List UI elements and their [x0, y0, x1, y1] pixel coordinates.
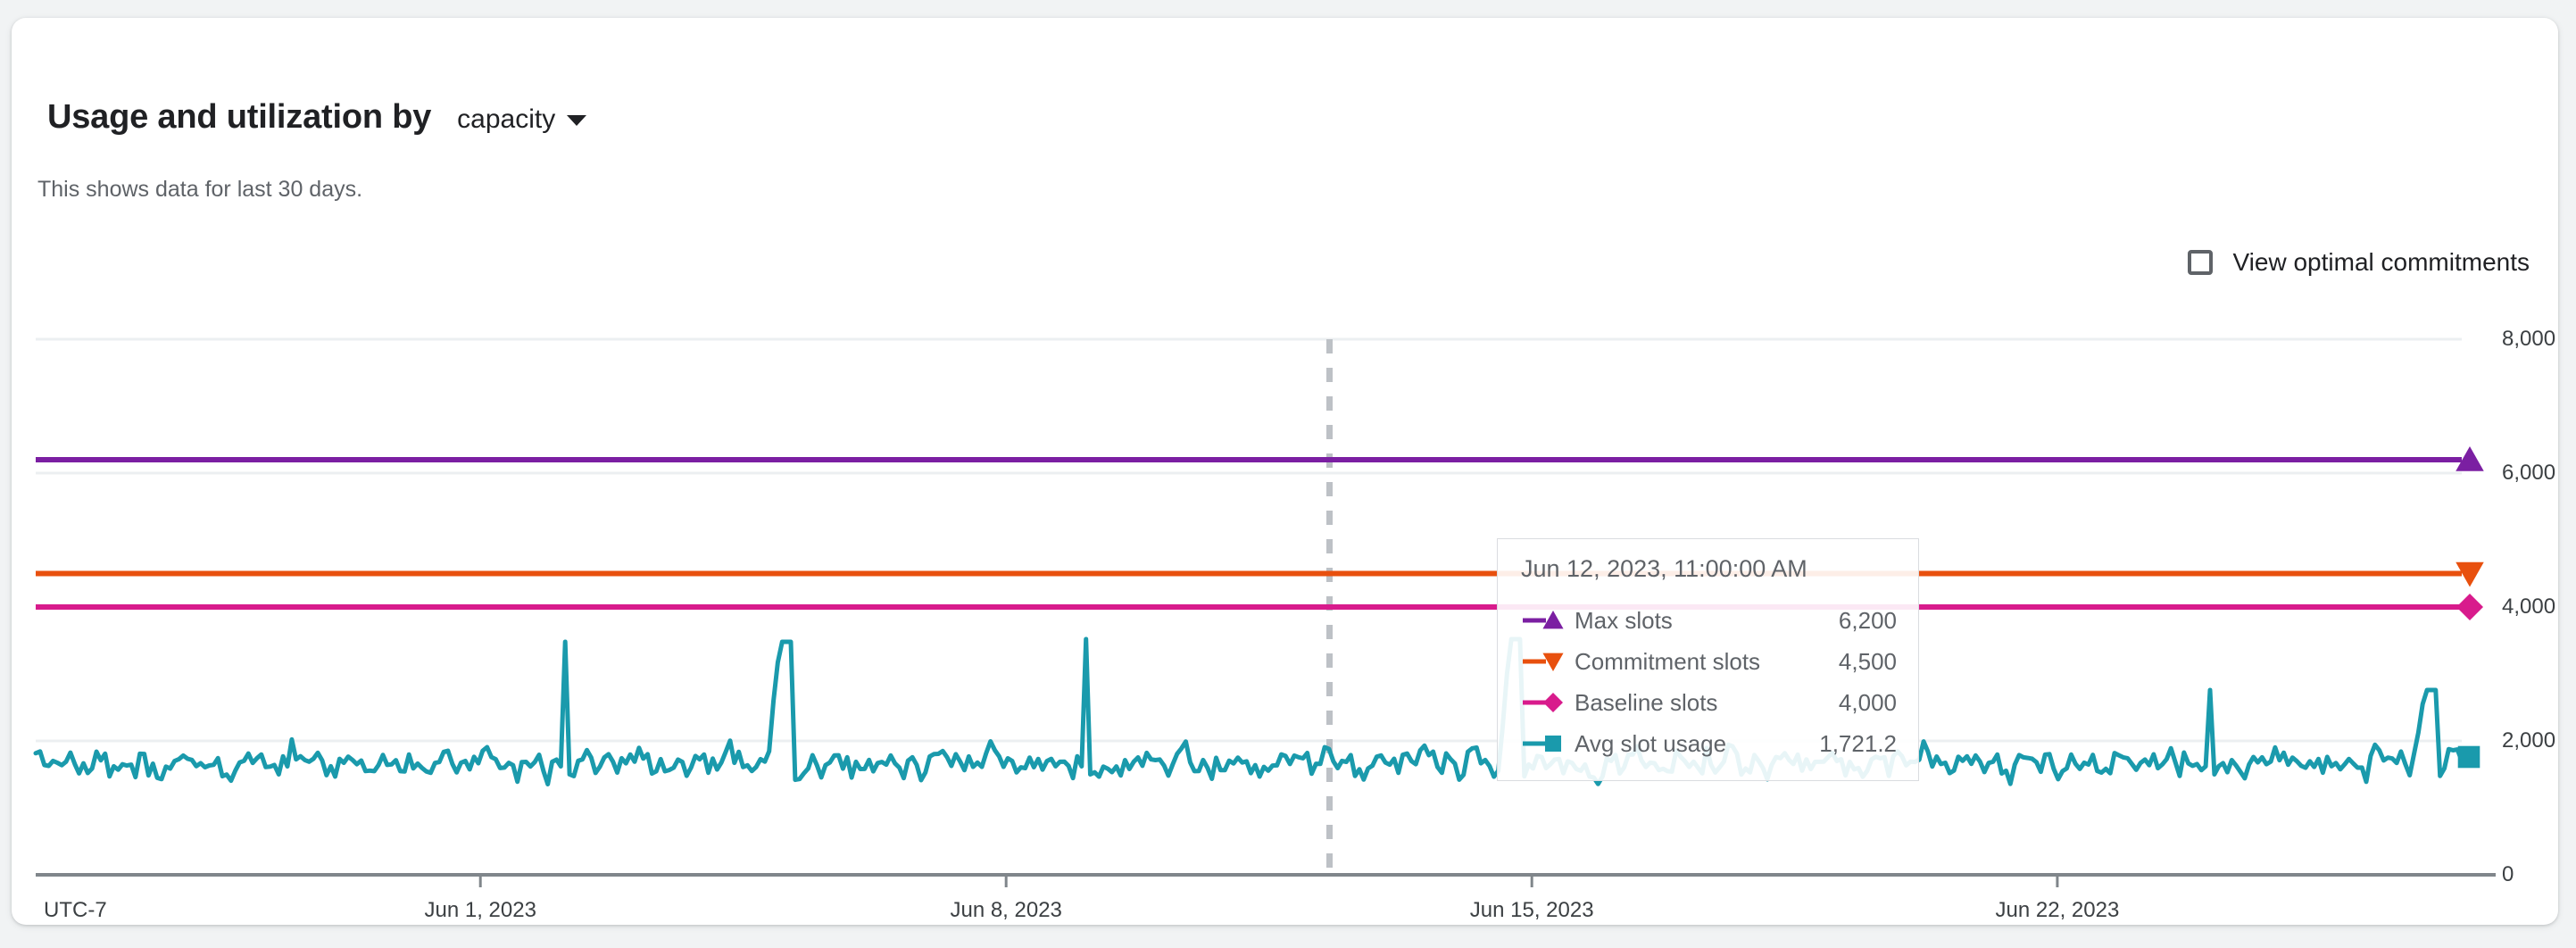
chart-svg — [12, 18, 2558, 925]
x-axis-label: Jun 15, 2023 — [1470, 900, 1594, 921]
tooltip-series-swatch — [1521, 733, 1567, 754]
tooltip-series-value: 6,200 — [1839, 609, 1897, 632]
y-axis-label: 8,000 — [2502, 328, 2555, 350]
x-axis-label: Jun 22, 2023 — [1996, 900, 2120, 921]
usage-chart[interactable] — [12, 18, 2558, 925]
series-marker-square — [2458, 746, 2480, 769]
tooltip-series-name: Avg slot usage — [1575, 732, 1726, 755]
tooltip-series-value: 1,721.2 — [1819, 732, 1897, 755]
y-axis-label: 2,000 — [2502, 730, 2555, 752]
series-marker-diamond — [2456, 594, 2483, 620]
tooltip-series-value: 4,000 — [1839, 691, 1897, 714]
y-axis-label: 6,000 — [2502, 462, 2555, 484]
tooltip-series-name: Baseline slots — [1575, 691, 1717, 714]
x-axis-label: Jun 1, 2023 — [424, 900, 536, 921]
tooltip-series-swatch — [1521, 610, 1567, 631]
timezone-label: UTC-7 — [44, 900, 107, 921]
tooltip-series-value: 4,500 — [1839, 650, 1897, 673]
x-axis-label: Jun 8, 2023 — [950, 900, 1061, 921]
series-marker-square — [1545, 736, 1561, 752]
tooltip-row: Max slots 6,200 — [1521, 600, 1897, 641]
y-axis-label: 0 — [2502, 864, 2514, 886]
tooltip-row: Commitment slots 4,500 — [1521, 641, 1897, 682]
tooltip-timestamp: Jun 12, 2023, 11:00:00 AM — [1521, 557, 1897, 581]
tooltip-series-name: Max slots — [1575, 609, 1673, 632]
usage-utilization-card: Usage and utilization by capacity This s… — [12, 18, 2558, 925]
tooltip-row: Avg slot usage 1,721.2 — [1521, 723, 1897, 764]
tooltip-series-swatch — [1521, 651, 1567, 672]
tooltip-series-swatch — [1521, 692, 1567, 713]
tooltip-row: Baseline slots 4,000 — [1521, 682, 1897, 723]
page-background: Usage and utilization by capacity This s… — [0, 0, 2576, 948]
series-marker-diamond — [1543, 693, 1563, 712]
series-line-avg-slot-usage — [36, 639, 2462, 785]
tooltip-series-name: Commitment slots — [1575, 650, 1760, 673]
tooltip-rows: Max slots 6,200 Commitment slots 4,500 Basel… — [1521, 600, 1897, 764]
chart-tooltip: Jun 12, 2023, 11:00:00 AM Max slots 6,200… — [1497, 538, 1919, 781]
y-axis-label: 4,000 — [2502, 596, 2555, 618]
